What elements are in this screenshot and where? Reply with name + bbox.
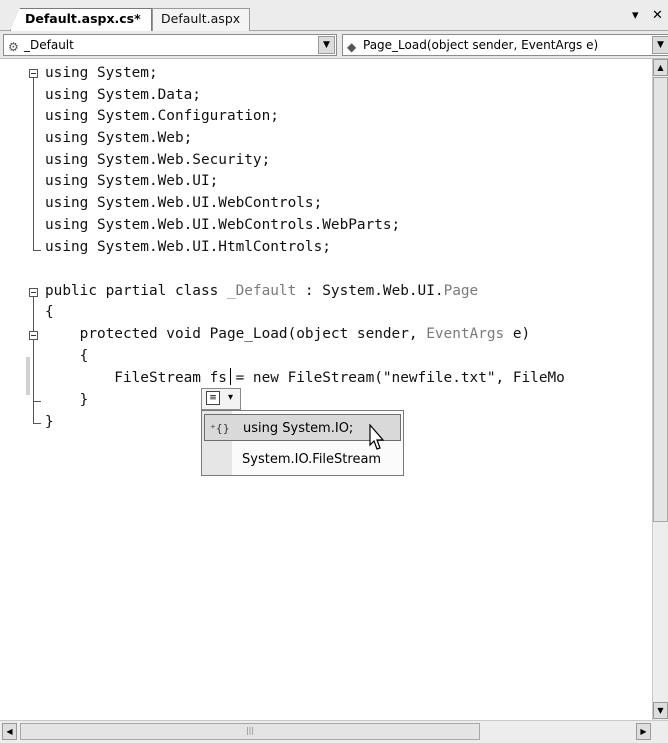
scroll-down-icon[interactable]: ▼ [653, 702, 668, 719]
scroll-left-icon[interactable]: ◀ [2, 723, 17, 740]
code-editor[interactable]: using System; using System.Data; using S… [0, 59, 652, 720]
method-icon: ◆ [347, 40, 357, 54]
menu-item-label: using System.IO; [243, 421, 354, 436]
navigation-bar: ⚙ _Default ▼ ◆ Page_Load(object sender, … [0, 31, 668, 59]
class-dropdown[interactable]: ⚙ _Default ▼ [3, 34, 337, 56]
chevron-down-icon[interactable]: ▼ [318, 36, 335, 54]
chevron-down-icon[interactable]: ▾ [632, 8, 639, 23]
code-line: } [45, 392, 89, 408]
code-line: } [45, 414, 54, 430]
vertical-scrollbar[interactable]: ▲ ▼ [652, 59, 668, 720]
code-line: using System.Web.UI; [45, 173, 219, 189]
code-line: { [45, 348, 89, 364]
scroll-up-icon[interactable]: ▲ [653, 59, 668, 76]
scroll-right-icon[interactable]: ▶ [636, 723, 651, 740]
outline-line [33, 401, 41, 402]
code-line: using System.Web.UI.WebControls.WebParts… [45, 217, 401, 233]
mouse-pointer-icon [369, 424, 385, 450]
outline-line [33, 423, 41, 424]
document-tab-strip: Default.aspx.cs* Default.aspx ▾ ✕ [0, 0, 668, 31]
smart-tag-icon: ≡ [206, 391, 220, 405]
horizontal-scrollbar[interactable]: ◀ ||| ▶ [0, 720, 668, 743]
chevron-down-icon[interactable]: ▼ [652, 36, 668, 54]
code-line: protected void Page_Load(object sender, … [45, 326, 531, 342]
outline-line [33, 78, 34, 250]
menu-item-label: System.IO.FileStream [242, 452, 382, 467]
class-icon: ⚙ [8, 40, 19, 54]
tab-default-aspx[interactable]: Default.aspx [152, 8, 250, 31]
code-line: using System.Web; [45, 130, 193, 146]
close-icon[interactable]: ✕ [652, 8, 663, 23]
code-line: using System.Configuration; [45, 108, 279, 124]
code-line: FileStream fs = new FileStream("newfile.… [45, 370, 565, 386]
tab-default-aspx-cs[interactable]: Default.aspx.cs* [10, 8, 152, 31]
collapse-icon[interactable] [29, 69, 38, 78]
code-line: public partial class _Default : System.W… [45, 283, 479, 299]
collapse-icon[interactable] [29, 288, 38, 297]
member-dropdown[interactable]: ◆ Page_Load(object sender, EventArgs e) … [342, 34, 668, 56]
outline-line [33, 250, 41, 251]
code-line: using System.Web.UI.HtmlControls; [45, 239, 331, 255]
outline-line [33, 340, 34, 401]
smart-tag-button[interactable]: ≡ ▾ [201, 388, 241, 410]
text-caret [230, 368, 231, 385]
chevron-down-icon: ▾ [228, 392, 234, 403]
changed-line-marker [26, 357, 30, 395]
code-line: using System.Web.UI.WebControls; [45, 195, 323, 211]
add-using-icon: ⁺{} [210, 422, 230, 435]
collapse-icon[interactable] [29, 331, 38, 340]
vertical-scroll-thumb[interactable] [653, 77, 668, 522]
code-line: using System.Web.Security; [45, 152, 271, 168]
horizontal-scroll-thumb[interactable]: ||| [20, 723, 480, 740]
code-line: using System; [45, 65, 158, 81]
code-line: using System.Data; [45, 87, 201, 103]
member-dropdown-value: Page_Load(object sender, EventArgs e) [363, 38, 599, 52]
class-dropdown-value: _Default [24, 38, 74, 52]
code-line: { [45, 304, 54, 320]
